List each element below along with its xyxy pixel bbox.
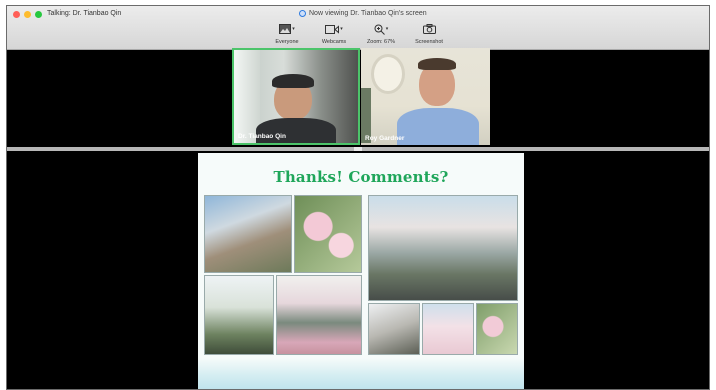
participant-name: Roy Gardner	[365, 135, 405, 142]
video-tile-roy-gardner[interactable]: Roy Gardner	[361, 48, 490, 145]
screen-share-icon	[299, 10, 306, 17]
photo-blossom-path	[422, 303, 474, 355]
photo-campus-gate	[276, 275, 362, 355]
viewing-status: Now viewing Dr. Tianbao Qin's screen	[299, 10, 427, 17]
zoom-button[interactable]: ▾ Zoom: 67%	[359, 21, 403, 45]
shared-screen: Thanks! Comments?	[198, 153, 524, 389]
participant-name: Dr. Tianbao Qin	[238, 133, 286, 140]
zoom-icon	[374, 24, 385, 35]
photo-branches	[368, 303, 420, 355]
viewing-label: Now viewing Dr. Tianbao Qin's screen	[309, 10, 427, 17]
close-button[interactable]	[13, 11, 20, 18]
screenshot-button[interactable]: Screenshot	[407, 21, 451, 45]
video-tile-tianbao-qin[interactable]: Dr. Tianbao Qin	[232, 48, 360, 145]
splitter-handle[interactable]	[354, 147, 362, 151]
everyone-button[interactable]: ▾ Everyone	[265, 21, 309, 45]
screenshot-label: Screenshot	[415, 39, 443, 45]
photo-building-blossoms	[204, 195, 292, 273]
gallery-icon	[279, 24, 292, 34]
photo-blossom-closeup	[476, 303, 518, 355]
slide-title: Thanks! Comments?	[273, 168, 449, 186]
app-window: Talking: Dr. Tianbao Qin Now viewing Dr.…	[6, 5, 710, 390]
webcam-icon	[325, 24, 340, 34]
webcams-button[interactable]: ▾ Webcams	[312, 21, 356, 45]
webcams-label: Webcams	[321, 39, 347, 45]
slide-footer-decoration	[198, 358, 524, 389]
person-body	[397, 108, 479, 145]
maximize-button[interactable]	[35, 11, 42, 18]
round-window	[371, 54, 405, 94]
person-body	[256, 118, 336, 143]
photo-campus-street	[368, 195, 518, 301]
camera-icon	[422, 24, 436, 34]
minimize-button[interactable]	[24, 11, 31, 18]
title-bar: Talking: Dr. Tianbao Qin Now viewing Dr.…	[7, 6, 709, 50]
talking-indicator: Talking: Dr. Tianbao Qin	[47, 10, 122, 17]
photo-pink-blossoms	[294, 195, 362, 273]
hair	[272, 74, 314, 88]
hair	[418, 58, 456, 70]
photo-white-tree	[204, 275, 274, 355]
zoom-label: Zoom: 67%	[366, 39, 396, 45]
everyone-label: Everyone	[275, 39, 299, 45]
